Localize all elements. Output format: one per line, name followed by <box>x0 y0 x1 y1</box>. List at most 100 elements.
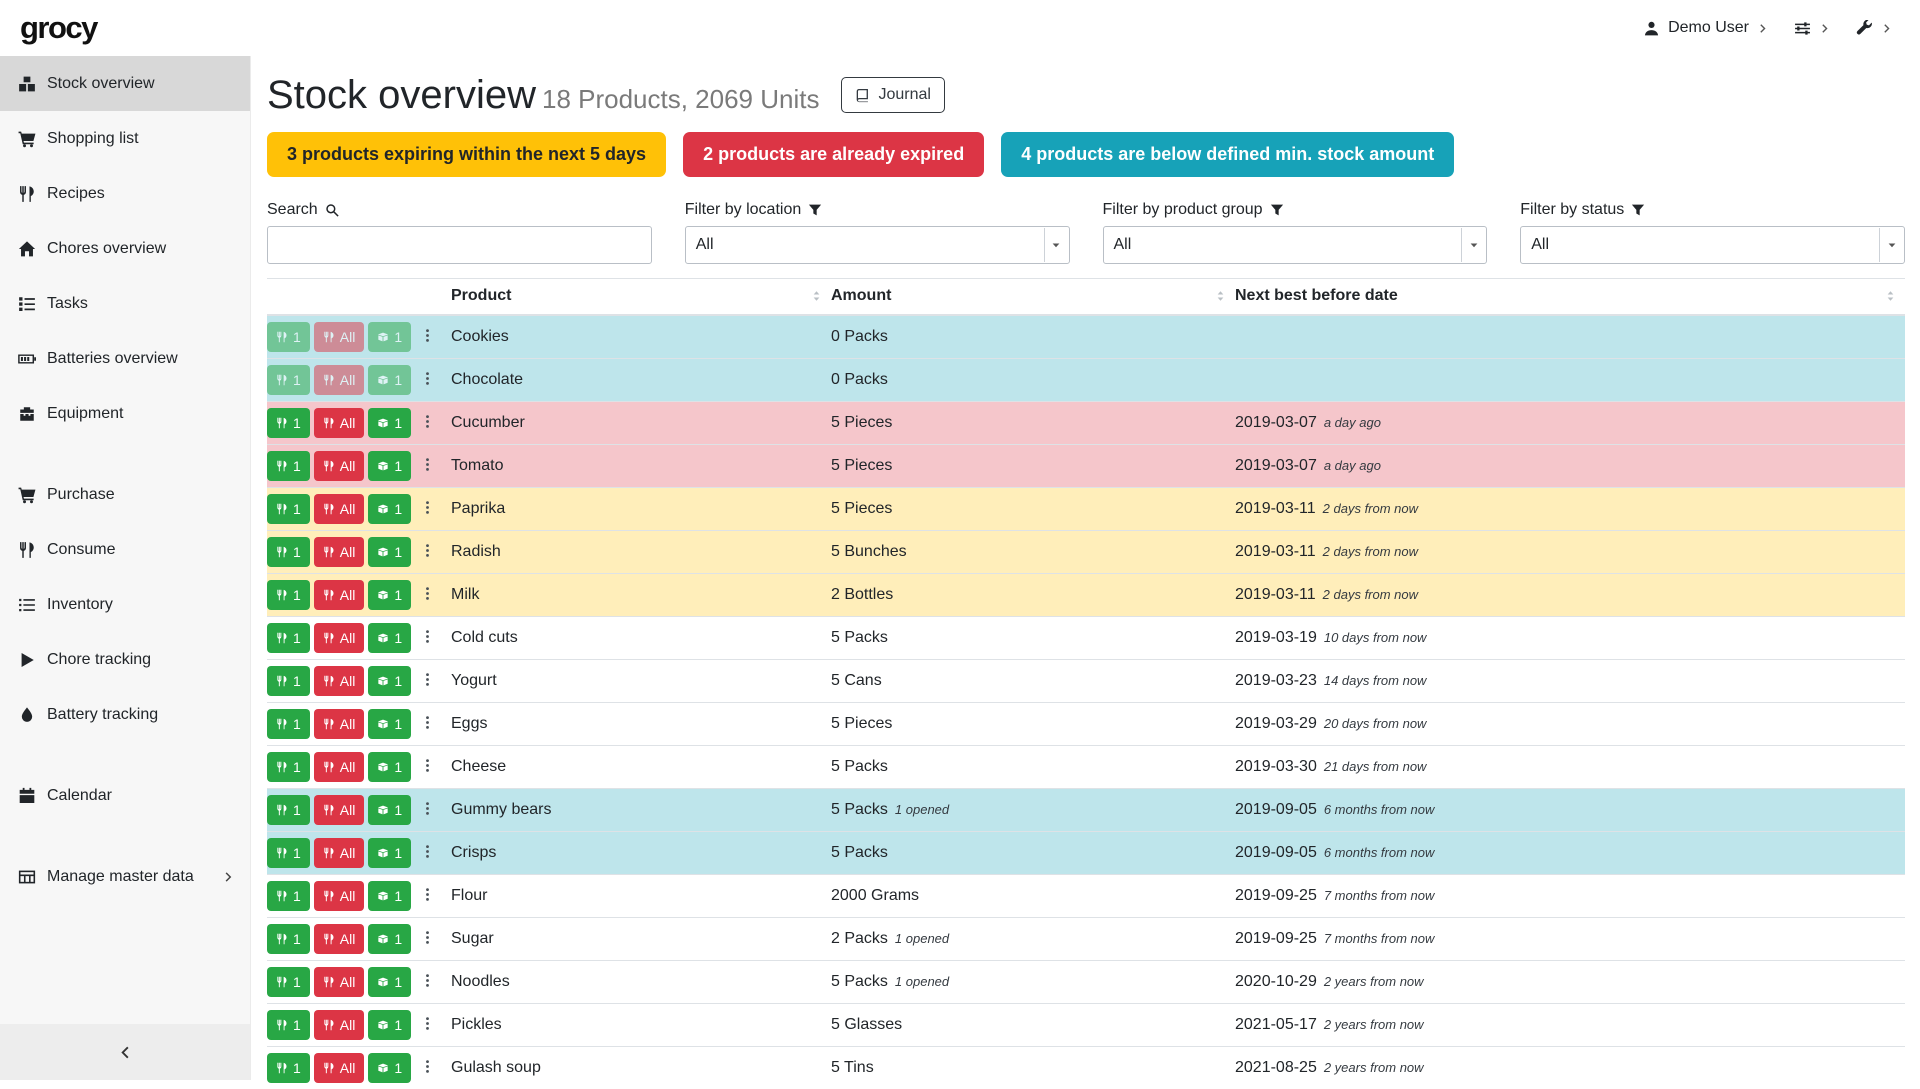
sidebar-item-tasks[interactable]: Tasks <box>0 276 250 331</box>
row-menu-button[interactable] <box>415 369 440 391</box>
open-one-button[interactable]: 1 <box>368 881 411 911</box>
consume-all-button[interactable]: All <box>314 967 365 997</box>
sidebar-item-purchase[interactable]: Purchase <box>0 467 250 522</box>
sidebar-item-inventory[interactable]: Inventory <box>0 577 250 632</box>
open-one-button[interactable]: 1 <box>368 537 411 567</box>
consume-one-button[interactable]: 1 <box>267 666 310 696</box>
open-one-button[interactable]: 1 <box>368 322 411 352</box>
open-one-button[interactable]: 1 <box>368 494 411 524</box>
badge-expired[interactable]: 2 products are already expired <box>683 132 984 177</box>
row-menu-button[interactable] <box>415 498 440 520</box>
consume-one-button[interactable]: 1 <box>267 1053 310 1083</box>
row-menu-button[interactable] <box>415 326 440 348</box>
consume-all-button[interactable]: All <box>314 795 365 825</box>
consume-one-button[interactable]: 1 <box>267 451 310 481</box>
sidebar-item-manage-master-data[interactable]: Manage master data <box>0 849 250 904</box>
consume-one-button[interactable]: 1 <box>267 709 310 739</box>
journal-button[interactable]: Journal <box>841 77 944 113</box>
consume-one-button[interactable]: 1 <box>267 752 310 782</box>
consume-all-button[interactable]: All <box>314 838 365 868</box>
consume-one-button[interactable]: 1 <box>267 494 310 524</box>
consume-all-button[interactable]: All <box>314 752 365 782</box>
row-menu-button[interactable] <box>415 971 440 993</box>
consume-one-button[interactable]: 1 <box>267 365 310 395</box>
sidebar-collapse-button[interactable] <box>0 1024 250 1080</box>
row-menu-button[interactable] <box>415 756 440 778</box>
sidebar-item-stock-overview[interactable]: Stock overview <box>0 56 250 111</box>
consume-all-button[interactable]: All <box>314 451 365 481</box>
row-menu-button[interactable] <box>415 1014 440 1036</box>
sidebar-item-recipes[interactable]: Recipes <box>0 166 250 221</box>
consume-all-button[interactable]: All <box>314 709 365 739</box>
consume-one-button[interactable]: 1 <box>267 838 310 868</box>
settings-menu[interactable] <box>1794 20 1830 37</box>
consume-all-button[interactable]: All <box>314 494 365 524</box>
badge-expiring[interactable]: 3 products expiring within the next 5 da… <box>267 132 666 177</box>
consume-one-button[interactable]: 1 <box>267 967 310 997</box>
badge-below-min-stock[interactable]: 4 products are below defined min. stock … <box>1001 132 1454 177</box>
consume-one-button[interactable]: 1 <box>267 1010 310 1040</box>
sidebar-item-chores-overview[interactable]: Chores overview <box>0 221 250 276</box>
open-one-button[interactable]: 1 <box>368 1010 411 1040</box>
consume-all-button[interactable]: All <box>314 881 365 911</box>
sidebar-item-batteries-overview[interactable]: Batteries overview <box>0 331 250 386</box>
row-menu-button[interactable] <box>415 627 440 649</box>
open-one-button[interactable]: 1 <box>368 451 411 481</box>
open-one-button[interactable]: 1 <box>368 580 411 610</box>
open-one-button[interactable]: 1 <box>368 709 411 739</box>
consume-all-button[interactable]: All <box>314 537 365 567</box>
app-logo[interactable]: grocy <box>20 10 97 46</box>
consume-all-button[interactable]: All <box>314 1053 365 1083</box>
sidebar-item-battery-tracking[interactable]: Battery tracking <box>0 687 250 742</box>
open-one-button[interactable]: 1 <box>368 408 411 438</box>
sidebar-item-calendar[interactable]: Calendar <box>0 768 250 823</box>
consume-one-button[interactable]: 1 <box>267 623 310 653</box>
consume-one-button[interactable]: 1 <box>267 924 310 954</box>
consume-all-button[interactable]: All <box>314 666 365 696</box>
consume-all-button[interactable]: All <box>314 623 365 653</box>
row-menu-button[interactable] <box>415 584 440 606</box>
location-filter-select[interactable]: All <box>685 226 1070 264</box>
open-one-button[interactable]: 1 <box>368 365 411 395</box>
row-menu-button[interactable] <box>415 1057 440 1079</box>
product-group-filter-select[interactable]: All <box>1103 226 1488 264</box>
status-filter-select[interactable]: All <box>1520 226 1905 264</box>
consume-one-button[interactable]: 1 <box>267 537 310 567</box>
sidebar-item-consume[interactable]: Consume <box>0 522 250 577</box>
consume-one-button[interactable]: 1 <box>267 322 310 352</box>
sidebar-item-shopping-list[interactable]: Shopping list <box>0 111 250 166</box>
consume-all-button[interactable]: All <box>314 365 365 395</box>
row-menu-button[interactable] <box>415 842 440 864</box>
consume-all-button[interactable]: All <box>314 322 365 352</box>
consume-one-button[interactable]: 1 <box>267 408 310 438</box>
consume-all-button[interactable]: All <box>314 580 365 610</box>
search-input[interactable] <box>267 226 652 264</box>
consume-one-button[interactable]: 1 <box>267 795 310 825</box>
row-menu-button[interactable] <box>415 670 440 692</box>
consume-one-button[interactable]: 1 <box>267 580 310 610</box>
row-menu-button[interactable] <box>415 928 440 950</box>
open-one-button[interactable]: 1 <box>368 967 411 997</box>
sidebar-item-chore-tracking[interactable]: Chore tracking <box>0 632 250 687</box>
row-menu-button[interactable] <box>415 885 440 907</box>
open-one-button[interactable]: 1 <box>368 1053 411 1083</box>
open-one-button[interactable]: 1 <box>368 795 411 825</box>
consume-all-button[interactable]: All <box>314 408 365 438</box>
open-one-button[interactable]: 1 <box>368 752 411 782</box>
user-menu[interactable]: Demo User <box>1643 19 1768 37</box>
row-menu-button[interactable] <box>415 713 440 735</box>
row-menu-button[interactable] <box>415 799 440 821</box>
row-menu-button[interactable] <box>415 412 440 434</box>
row-menu-button[interactable] <box>415 455 440 477</box>
open-one-button[interactable]: 1 <box>368 838 411 868</box>
sidebar-item-equipment[interactable]: Equipment <box>0 386 250 441</box>
column-header-best-before[interactable]: Next best before date <box>1235 279 1905 315</box>
column-header-amount[interactable]: Amount <box>831 279 1235 315</box>
consume-one-button[interactable]: 1 <box>267 881 310 911</box>
row-menu-button[interactable] <box>415 541 440 563</box>
admin-menu[interactable] <box>1856 20 1892 37</box>
column-header-product[interactable]: Product <box>451 279 831 315</box>
open-one-button[interactable]: 1 <box>368 623 411 653</box>
open-one-button[interactable]: 1 <box>368 666 411 696</box>
open-one-button[interactable]: 1 <box>368 924 411 954</box>
